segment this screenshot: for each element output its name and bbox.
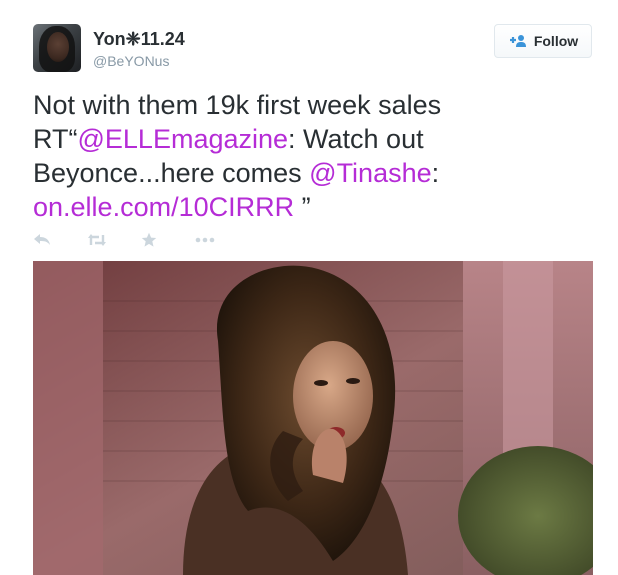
- tweet-link[interactable]: on.elle.com/10CIRRR: [33, 192, 294, 222]
- tweet-text-part3: :: [431, 158, 440, 188]
- photo-illustration: [33, 261, 593, 575]
- mention-tinashe[interactable]: @Tinashe: [309, 158, 431, 188]
- tweet-text-part4: ”: [294, 192, 311, 222]
- avatar-face: [47, 32, 69, 62]
- right-column: [503, 261, 553, 461]
- left-wall-panel: [33, 261, 103, 575]
- user-info[interactable]: Yon❈11.24 @BeYONus: [93, 29, 185, 70]
- star-icon: [141, 232, 157, 248]
- figure-eye-left: [314, 380, 328, 386]
- tweet-actions: [33, 229, 249, 251]
- follow-label: Follow: [533, 33, 579, 49]
- retweet-button[interactable]: [87, 229, 141, 251]
- more-button[interactable]: [195, 229, 249, 251]
- figure-eye-right: [346, 378, 360, 384]
- avatar[interactable]: [33, 24, 81, 72]
- follow-person-plus-icon: [508, 34, 528, 48]
- display-name[interactable]: Yon❈11.24: [93, 29, 185, 49]
- reply-button[interactable]: [33, 229, 87, 251]
- more-icon: [195, 237, 215, 243]
- screen-name[interactable]: @BeYONus: [93, 52, 185, 70]
- retweet-icon: [87, 233, 107, 247]
- tweet-media-photo[interactable]: [33, 261, 593, 575]
- reply-icon: [33, 233, 51, 247]
- tweet-text: Not with them 19k first week sales RT“@E…: [33, 88, 593, 224]
- favorite-button[interactable]: [141, 229, 195, 251]
- follow-button[interactable]: Follow: [494, 24, 592, 58]
- mention-elle[interactable]: @ELLEmagazine: [78, 124, 289, 154]
